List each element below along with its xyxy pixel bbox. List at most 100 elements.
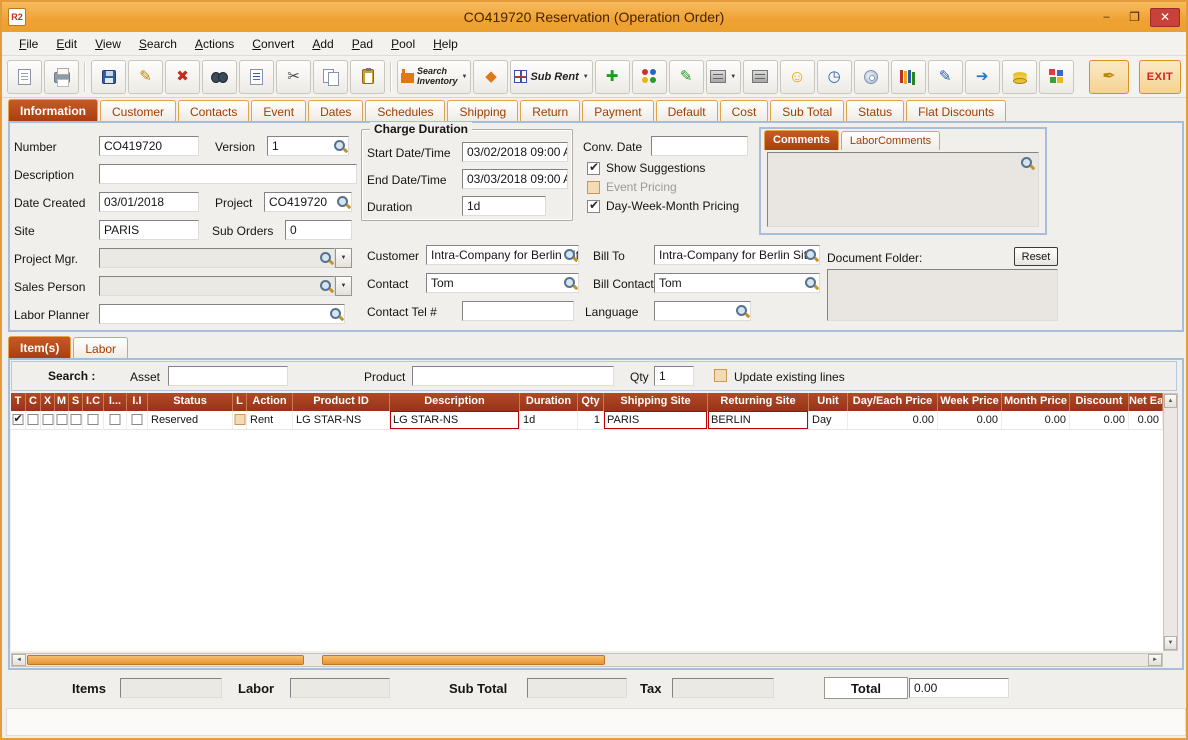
tab-information[interactable]: Information xyxy=(8,99,98,121)
cell-description[interactable]: LG STAR-NS xyxy=(390,411,520,429)
books-button[interactable] xyxy=(890,59,926,94)
sales-person-lookup-icon[interactable] xyxy=(319,279,334,294)
column-header-i[interactable]: I... xyxy=(104,393,127,411)
maximize-button[interactable]: ❐ xyxy=(1122,8,1147,27)
cell-qty[interactable]: 1 xyxy=(578,411,604,429)
cell-duration[interactable]: 1d xyxy=(520,411,578,429)
column-header-net-ea[interactable]: Net Ea xyxy=(1129,393,1163,411)
tab-payment[interactable]: Payment xyxy=(582,100,654,121)
customer-lookup-icon[interactable] xyxy=(563,248,578,263)
version-field[interactable]: 1 xyxy=(267,136,349,156)
convert-document-button[interactable] xyxy=(239,59,274,94)
labor-planner-lookup-icon[interactable] xyxy=(329,307,344,322)
dropdown-arrow-icon[interactable]: ▼ xyxy=(462,74,468,80)
tab-flat-discounts[interactable]: Flat Discounts xyxy=(906,100,1007,121)
smiley-button[interactable]: ☺ xyxy=(779,59,815,94)
menu-item-pool[interactable]: Pool xyxy=(382,33,424,55)
start-datetime-field[interactable]: 03/02/2018 09:00 AM xyxy=(462,142,568,162)
row-checkbox[interactable] xyxy=(27,414,39,425)
project-field[interactable]: CO419720 xyxy=(264,192,352,212)
copier-button[interactable] xyxy=(742,59,778,94)
items-vertical-scrollbar[interactable]: ▲ ▼ xyxy=(1163,393,1178,651)
reset-button[interactable]: Reset xyxy=(1014,247,1058,266)
edit-list-button[interactable]: ✎ xyxy=(668,59,704,94)
paste-button[interactable] xyxy=(350,59,385,94)
bill-to-lookup-icon[interactable] xyxy=(804,248,819,263)
dropdown-arrow-icon[interactable]: ▼ xyxy=(730,74,736,80)
tab-cost[interactable]: Cost xyxy=(719,100,769,121)
end-datetime-field[interactable]: 03/03/2018 09:00 AM xyxy=(462,169,568,189)
language-lookup-icon[interactable] xyxy=(735,304,750,319)
cell-returning-site[interactable]: BERLIN xyxy=(708,411,809,429)
contact-field[interactable]: Tom xyxy=(426,273,579,293)
cell-discount[interactable]: 0.00 xyxy=(1070,411,1129,429)
tab-customer[interactable]: Customer xyxy=(100,100,177,121)
duration-field[interactable]: 1d xyxy=(462,196,546,216)
scroll-down-button[interactable]: ▼ xyxy=(1164,636,1177,650)
qty-search-field[interactable]: 1 xyxy=(654,366,694,386)
document-folder-area[interactable] xyxy=(827,269,1058,321)
number-field[interactable]: CO419720 xyxy=(99,136,199,156)
bill-to-field[interactable]: Intra-Company for Berlin Site xyxy=(654,245,820,265)
row-checkbox[interactable] xyxy=(234,414,245,425)
menu-item-actions[interactable]: Actions xyxy=(186,33,243,55)
comments-lookup-icon[interactable] xyxy=(1020,156,1035,171)
version-lookup-icon[interactable] xyxy=(333,139,348,154)
delete-button[interactable]: ✖ xyxy=(165,59,200,94)
conv-date-field[interactable] xyxy=(651,136,748,156)
checkbox-box[interactable] xyxy=(587,198,600,213)
cell-status[interactable]: Reserved xyxy=(148,411,233,429)
row-checkbox[interactable] xyxy=(109,414,121,425)
description-field[interactable] xyxy=(99,164,357,184)
project-mgr-lookup-icon[interactable] xyxy=(319,251,334,266)
cell-product-id[interactable]: LG STAR-NS xyxy=(293,411,390,429)
cell-check-c[interactable] xyxy=(26,411,41,429)
comments-textarea[interactable] xyxy=(767,152,1039,227)
column-header-i-c[interactable]: I.C xyxy=(83,393,104,411)
column-header-status[interactable]: Status xyxy=(148,393,233,411)
tab-item-s[interactable]: Item(s) xyxy=(8,336,72,358)
items-horizontal-scrollbar[interactable]: ◄ ► xyxy=(11,653,1163,667)
scrollbar-thumb[interactable] xyxy=(27,655,304,665)
checkbox-show-suggestions[interactable]: Show Suggestions xyxy=(587,159,739,177)
customer-field[interactable]: Intra-Company for Berlin Site xyxy=(426,245,579,265)
column-header-l[interactable]: L xyxy=(233,393,247,411)
pour-button[interactable]: ◆ xyxy=(473,59,509,94)
notepad-button[interactable]: ✎ xyxy=(927,59,963,94)
cell-check-s[interactable] xyxy=(69,411,83,429)
site-field[interactable]: PARIS xyxy=(99,220,199,240)
product-search-field[interactable] xyxy=(412,366,614,386)
checkbox-box[interactable] xyxy=(587,180,600,194)
tab-sub-total[interactable]: Sub Total xyxy=(770,100,845,121)
column-header-week-price[interactable]: Week Price xyxy=(938,393,1002,411)
menu-item-view[interactable]: View xyxy=(86,33,130,55)
tab-contacts[interactable]: Contacts xyxy=(178,100,250,121)
column-header-qty[interactable]: Qty xyxy=(578,393,604,411)
cell-check-x[interactable] xyxy=(41,411,55,429)
drawers-button[interactable]: ▼ xyxy=(705,59,741,94)
sales-person-combo[interactable]: ▼ xyxy=(99,276,352,296)
menu-item-pad[interactable]: Pad xyxy=(343,33,382,55)
date-created-field[interactable]: 03/01/2018 xyxy=(99,192,199,212)
print-button[interactable] xyxy=(44,59,79,94)
copy-button[interactable] xyxy=(313,59,348,94)
sales-person-dropdown-button[interactable]: ▼ xyxy=(335,276,352,296)
search-inventory-button[interactable]: Search Inventory ▼ xyxy=(397,59,472,94)
column-header-duration[interactable]: Duration xyxy=(520,393,578,411)
column-header-day-each-price[interactable]: Day/Each Price xyxy=(848,393,938,411)
wand-button[interactable]: ✒ xyxy=(1089,59,1129,94)
exit-button[interactable]: EXIT xyxy=(1139,59,1181,94)
cell-check-m[interactable] xyxy=(55,411,69,429)
language-field[interactable] xyxy=(654,301,751,321)
cell-day-each-price[interactable]: 0.00 xyxy=(848,411,938,429)
tab-laborcomments[interactable]: LaborComments xyxy=(840,131,941,150)
cut-button[interactable]: ✂ xyxy=(276,59,311,94)
column-header-returning-site[interactable]: Returning Site xyxy=(708,393,809,411)
asset-search-field[interactable] xyxy=(168,366,288,386)
column-header-c[interactable]: C xyxy=(26,393,41,411)
column-header-shipping-site[interactable]: Shipping Site xyxy=(604,393,708,411)
column-header-action[interactable]: Action xyxy=(247,393,293,411)
cell-shipping-site[interactable]: PARIS xyxy=(604,411,708,429)
menu-item-help[interactable]: Help xyxy=(424,33,467,55)
column-header-product-id[interactable]: Product ID xyxy=(293,393,390,411)
